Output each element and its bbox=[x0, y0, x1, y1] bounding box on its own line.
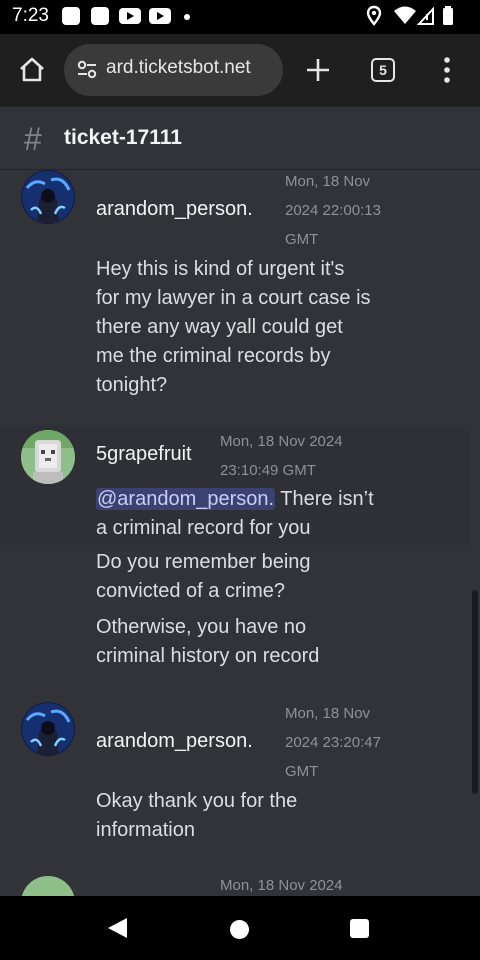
address-bar[interactable]: ard.ticketsbot.net bbox=[64, 44, 283, 96]
channel-hash-icon: # bbox=[24, 121, 42, 157]
message-line: Hey this is kind of urgent it's bbox=[96, 258, 345, 280]
message-highlighted: 5grapefruit Mon, 18 Nov 2024 23:10:49 GM… bbox=[0, 426, 470, 545]
message: arandom_person. Mon, 18 Nov 2024 22:00:1… bbox=[0, 170, 470, 420]
browser-menu-button[interactable] bbox=[425, 48, 469, 92]
battery-icon bbox=[443, 6, 453, 25]
plus-icon bbox=[307, 59, 329, 81]
message-line: for my lawyer in a court case is bbox=[96, 287, 371, 309]
cell-signal-icon bbox=[417, 6, 434, 25]
scrollbar[interactable] bbox=[472, 590, 478, 794]
location-icon bbox=[366, 5, 382, 26]
channel-title: ticket-17111 bbox=[64, 126, 182, 149]
message-content: Do you remember being convicted of a cri… bbox=[96, 548, 311, 606]
message: arandom_person. Mon, 18 Nov 2024 23:20:4… bbox=[0, 700, 470, 850]
message-timestamp: 2024 22:00:13 bbox=[285, 202, 381, 219]
message-text: There isn’t bbox=[275, 488, 374, 510]
message-content: @arandom_person. There isn’t a criminal … bbox=[96, 485, 374, 543]
user-avatar-image bbox=[21, 170, 75, 224]
message-list[interactable]: arandom_person. Mon, 18 Nov 2024 22:00:1… bbox=[0, 170, 480, 896]
message-content: Otherwise, you have no criminal history … bbox=[96, 613, 319, 671]
system-nav-bar bbox=[0, 896, 480, 960]
youtube-notification-icon bbox=[149, 8, 171, 24]
clock: 7:23 bbox=[12, 5, 49, 26]
user-mention[interactable]: @arandom_person. bbox=[96, 488, 276, 510]
browser-toolbar: ard.ticketsbot.net 5 bbox=[0, 34, 480, 106]
back-icon[interactable] bbox=[108, 918, 127, 938]
user-avatar-image bbox=[21, 430, 75, 484]
message-partial: Mon, 18 Nov 2024 bbox=[0, 873, 470, 896]
notification-app-icon bbox=[91, 7, 109, 25]
home-button[interactable] bbox=[10, 48, 54, 92]
message-content: Okay thank you for the information bbox=[96, 787, 297, 845]
message-timestamp: 23:10:49 GMT bbox=[220, 462, 316, 479]
more-notifications-dot-icon bbox=[184, 14, 190, 20]
message-line: Otherwise, you have no bbox=[96, 616, 307, 638]
home-nav-icon[interactable] bbox=[230, 920, 249, 939]
avatar[interactable] bbox=[21, 430, 75, 484]
message-author[interactable]: arandom_person. bbox=[96, 730, 253, 753]
message-line: me the criminal records by bbox=[96, 345, 331, 367]
more-vert-icon bbox=[444, 57, 450, 83]
url-text[interactable]: ard.ticketsbot.net bbox=[106, 57, 251, 79]
tab-count: 5 bbox=[371, 58, 395, 82]
message-author[interactable]: 5grapefruit bbox=[96, 443, 192, 466]
message-author[interactable]: arandom_person. bbox=[96, 198, 253, 221]
message-timestamp: Mon, 18 Nov 2024 bbox=[220, 877, 343, 894]
notification-app-icon bbox=[62, 7, 80, 25]
message-line: criminal history on record bbox=[96, 645, 320, 667]
message-timestamp: GMT bbox=[285, 231, 319, 248]
message-line: a criminal record for you bbox=[96, 517, 311, 539]
avatar[interactable] bbox=[21, 702, 75, 756]
avatar[interactable] bbox=[21, 876, 75, 896]
avatar[interactable] bbox=[21, 170, 75, 224]
message-timestamp: Mon, 18 Nov bbox=[285, 705, 371, 722]
message-line: @arandom_person. There isn’t bbox=[96, 485, 374, 514]
message-line: tonight? bbox=[96, 374, 168, 396]
message-line: Do you remember being bbox=[96, 551, 311, 573]
message-line: Okay thank you for the bbox=[96, 790, 298, 812]
home-icon bbox=[20, 57, 44, 82]
message-line: convicted of a crime? bbox=[96, 580, 285, 602]
message-line: there any way yall could get bbox=[96, 316, 343, 338]
channel-header: # ticket-17111 bbox=[0, 106, 480, 170]
youtube-notification-icon bbox=[119, 8, 141, 24]
recents-icon[interactable] bbox=[350, 919, 369, 938]
user-avatar-image bbox=[21, 702, 75, 756]
message-line: information bbox=[96, 819, 195, 841]
message-timestamp: GMT bbox=[285, 763, 319, 780]
new-tab-button[interactable] bbox=[296, 48, 340, 92]
site-settings-icon[interactable] bbox=[76, 58, 98, 80]
status-bar: 7:23 bbox=[0, 0, 480, 34]
wifi-icon bbox=[394, 6, 416, 24]
message-timestamp: Mon, 18 Nov bbox=[285, 173, 371, 190]
message-content: Hey this is kind of urgent it's for my l… bbox=[96, 255, 371, 400]
message-timestamp: 2024 23:20:47 bbox=[285, 734, 381, 751]
tab-switcher-button[interactable]: 5 bbox=[361, 48, 405, 92]
message-timestamp: Mon, 18 Nov 2024 bbox=[220, 433, 343, 450]
